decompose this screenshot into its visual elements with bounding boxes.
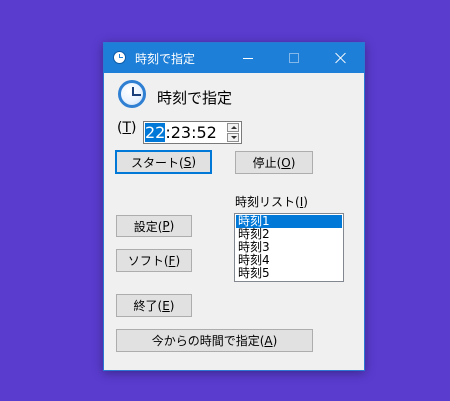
heading-title: 時刻で指定 (157, 89, 233, 107)
close-button[interactable] (318, 43, 364, 73)
spin-down-button[interactable] (227, 133, 239, 142)
settings-button[interactable]: 設定(P) (116, 215, 192, 237)
sort-button[interactable]: ソフト(F) (116, 249, 192, 272)
maximize-button (271, 43, 317, 73)
clock-icon (118, 80, 146, 108)
exit-button[interactable]: 終了(E) (116, 294, 192, 317)
time-list-label: 時刻リスト(I) (235, 195, 308, 209)
clock-icon (113, 51, 126, 64)
time-label: (T) (117, 120, 137, 136)
spin-up-button[interactable] (227, 123, 239, 132)
hours-segment[interactable]: 22 (145, 123, 166, 142)
app-window: 時刻で指定 時刻で指定 (T) 22:23:52 スタート(S) 停止(O) 時… (103, 42, 365, 371)
minimize-button[interactable] (225, 43, 271, 73)
window-title: 時刻で指定 (135, 52, 196, 66)
minutes-seconds-segment[interactable]: :23:52 (165, 123, 217, 142)
stop-button[interactable]: 停止(O) (235, 151, 313, 174)
start-button[interactable]: スタート(S) (115, 150, 212, 174)
title-bar[interactable]: 時刻で指定 (104, 43, 364, 73)
specify-from-now-button[interactable]: 今からの時間で指定(A) (116, 329, 313, 352)
list-item[interactable]: 時刻5 (236, 267, 342, 280)
time-listbox[interactable]: 時刻1 時刻2 時刻3 時刻4 時刻5 (234, 213, 344, 282)
